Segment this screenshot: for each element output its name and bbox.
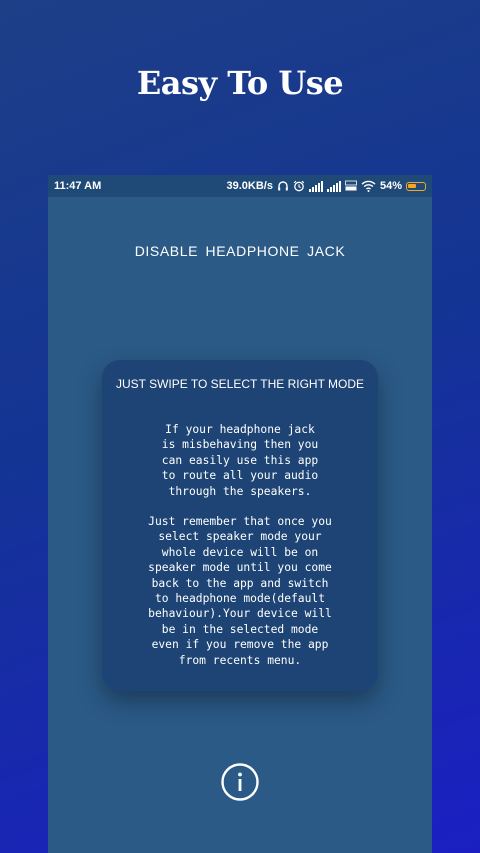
card-paragraph: Just remember that once you select speak… <box>148 515 332 667</box>
battery-icon <box>406 181 426 191</box>
signal-icon <box>326 180 341 192</box>
info-icon[interactable] <box>220 762 260 802</box>
alarm-icon <box>293 180 305 192</box>
signal-icon <box>308 180 323 192</box>
card-paragraph: If your headphone jack is misbehaving th… <box>161 423 319 498</box>
battery-percent: 54% <box>379 180 402 192</box>
volte-icon <box>345 180 357 191</box>
card-heading: JUST SWIPE TO SELECT THE RIGHT MODE <box>115 377 365 391</box>
headphones-icon <box>278 181 288 191</box>
status-time: 11:47 AM <box>54 180 102 192</box>
status-icons: 39.0KB/s 54% <box>226 179 426 193</box>
mode-card[interactable]: JUST SWIPE TO SELECT THE RIGHT MODE If y… <box>102 360 378 691</box>
wifi-icon <box>361 180 376 192</box>
app-title: DISABLE HEADPHONE JACK <box>134 243 346 259</box>
card-body: If your headphone jack is misbehaving th… <box>116 422 364 683</box>
network-speed: 39.0KB/s <box>226 180 273 192</box>
promo-title: Easy To Use <box>136 64 344 102</box>
status-bar: 11:47 AM 39.0KB/s 54% <box>48 175 432 197</box>
battery-level <box>408 183 417 188</box>
phone-screen: 11:47 AM 39.0KB/s 54% DISABLE HEADPHONE … <box>48 175 432 853</box>
